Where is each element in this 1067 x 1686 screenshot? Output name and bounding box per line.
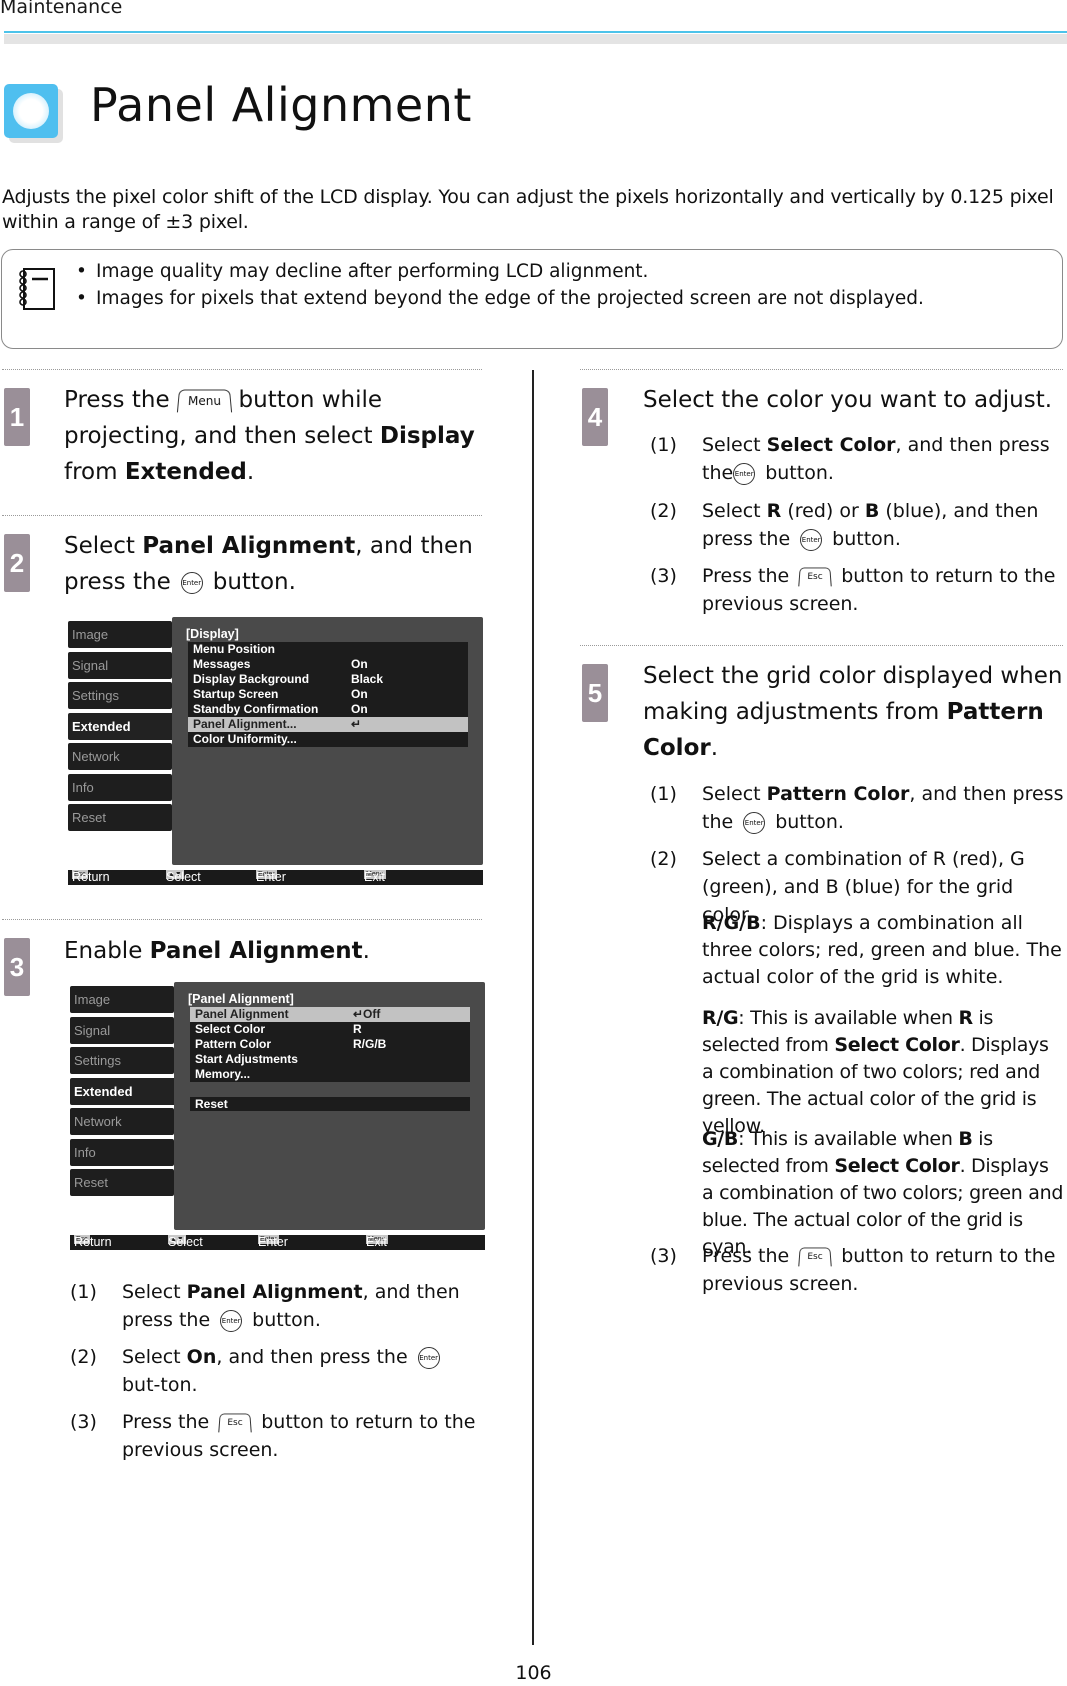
osd-tab: Extended xyxy=(70,1077,182,1105)
osd-menu-row: Display Background Black xyxy=(188,672,468,687)
osd-footer-bar: Esc Return ▲▼ Select Enter Enter Menu Exit xyxy=(68,870,483,885)
header-band xyxy=(4,34,1067,44)
osd-menu-row: Panel Alignment... ↵ xyxy=(188,717,468,732)
osd-menu-row: Pattern Color R/G/B xyxy=(190,1037,470,1052)
column-divider xyxy=(532,370,534,1645)
esc-key-icon: Esc xyxy=(218,1413,252,1433)
option-gb: G/B: This is available when B is selecte… xyxy=(702,1128,1064,1258)
osd-tab: Network xyxy=(68,743,172,770)
step-divider xyxy=(2,515,482,516)
step-4-text: Select the color you want to adjust. xyxy=(643,387,1053,413)
step-number-badge: 2 xyxy=(4,534,30,592)
step-divider xyxy=(2,369,482,370)
step-number-badge: 1 xyxy=(4,388,30,446)
osd-menu-row xyxy=(190,1082,470,1096)
enter-key-icon: Enter xyxy=(733,462,756,485)
option-rgb: R/G/B: Displays a combination all three … xyxy=(702,912,1062,988)
osd-tab: Signal xyxy=(68,651,172,679)
osd-panel: [Panel Alignment] Panel Alignment ↵Off Sele… xyxy=(174,982,485,1230)
osd-menu-row: Color Uniformity... xyxy=(188,732,468,747)
intro-paragraph: Adjusts the pixel color shift of the LCD… xyxy=(2,186,1054,233)
substep: (2) Select R (red) or B (blue), and then… xyxy=(650,500,1039,551)
enter-key-icon: Enter xyxy=(743,811,766,834)
note-pad-icon xyxy=(19,268,55,310)
step-number-badge: 4 xyxy=(582,388,608,446)
step-number-badge: 5 xyxy=(582,664,608,722)
osd-tab: Info xyxy=(68,773,172,801)
osd-tab: Settings xyxy=(70,1047,174,1074)
osd-menu-row: Reset xyxy=(190,1096,470,1111)
osd-tab: Reset xyxy=(70,1169,174,1196)
osd-menu-row: Memory... xyxy=(190,1067,470,1082)
osd-tab: Info xyxy=(70,1138,174,1166)
osd-menu-row: Panel Alignment ↵Off xyxy=(190,1007,470,1022)
osd-panel-title: [Panel Alignment] xyxy=(188,992,294,1006)
osd-tab: Settings xyxy=(68,682,172,709)
step-divider xyxy=(2,919,482,920)
step-1-text: Press the Menu button while projecting, an… xyxy=(64,387,475,485)
osd-menu-row: Standby Confirmation On xyxy=(188,702,468,717)
enter-key-icon: Enter xyxy=(417,1346,440,1369)
esc-key-icon: Esc xyxy=(798,567,832,587)
esc-key-icon: Esc xyxy=(798,1247,832,1267)
osd-menu-row: Start Adjustments xyxy=(190,1052,470,1067)
osd-tab: Image xyxy=(68,621,172,648)
enter-key-icon: Enter xyxy=(180,571,203,594)
step-3-text: Enable Panel Alignment. xyxy=(64,938,370,964)
substep: (3) Press the Esc button to return to the … xyxy=(650,565,1056,615)
osd-footer-bar: Esc Return ▲▼ Select Enter Enter Menu Exit xyxy=(70,1235,485,1250)
substep: (3) Press the Esc button to return to the … xyxy=(70,1411,476,1461)
osd-menu-row: Select Color R xyxy=(190,1022,470,1037)
page-number: 106 xyxy=(515,1662,552,1684)
substep: (3) Press the Esc button to return to the … xyxy=(650,1245,1056,1295)
step-number-badge: 3 xyxy=(4,938,30,996)
osd-menu-screenshot-display: Image Signal Settings Extended Network Info Re… xyxy=(68,617,483,885)
enter-key-icon: Enter xyxy=(220,1309,243,1332)
osd-menu-row: Startup Screen On xyxy=(188,687,468,702)
substep: (2) Select On, and then press the Enterbu… xyxy=(70,1346,440,1396)
section-header: Maintenance xyxy=(0,0,123,18)
osd-tab: Network xyxy=(70,1108,174,1135)
option-rg: R/G: This is available when R is selecte… xyxy=(702,1007,1049,1137)
step-divider xyxy=(580,369,1063,370)
note-item: Image quality may decline after performi… xyxy=(76,258,924,285)
substep: (1) Select Select Color, and then press … xyxy=(650,434,1050,485)
step-5-text: Select the grid color displayed when mak… xyxy=(643,663,1063,761)
note-list: Image quality may decline after performi… xyxy=(76,258,924,312)
osd-tab: Extended xyxy=(68,712,180,740)
osd-menu-row: Messages On xyxy=(188,657,468,672)
osd-tab: Reset xyxy=(68,804,172,831)
menu-key-icon: Menu xyxy=(176,389,232,413)
osd-tab: Signal xyxy=(70,1016,174,1044)
osd-panel-title: [Display] xyxy=(186,627,239,641)
page-title: Panel Alignment xyxy=(90,78,472,132)
note-item: Images for pixels that extend beyond the… xyxy=(76,285,924,312)
substep: (2) Select a combination of R (red), G (… xyxy=(650,848,1025,926)
substep: (1) Select Pattern Color, and then press… xyxy=(650,783,1064,834)
title-bullet-icon xyxy=(4,84,58,138)
osd-tab: Image xyxy=(70,986,174,1013)
osd-menu-row: Menu Position xyxy=(188,642,468,657)
substep: (1) Select Panel Alignment, and then pre… xyxy=(70,1281,460,1332)
step-2-text: Select Panel Alignment, and then press t… xyxy=(64,533,473,595)
step-divider xyxy=(580,645,1063,646)
enter-key-icon: Enter xyxy=(800,528,823,551)
osd-panel: [Display] Menu Position Messages On Display … xyxy=(172,617,483,865)
header-accent-rule xyxy=(4,31,1067,33)
osd-menu-screenshot-panel-alignment: Image Signal Settings Extended Network Info Re… xyxy=(70,982,485,1250)
